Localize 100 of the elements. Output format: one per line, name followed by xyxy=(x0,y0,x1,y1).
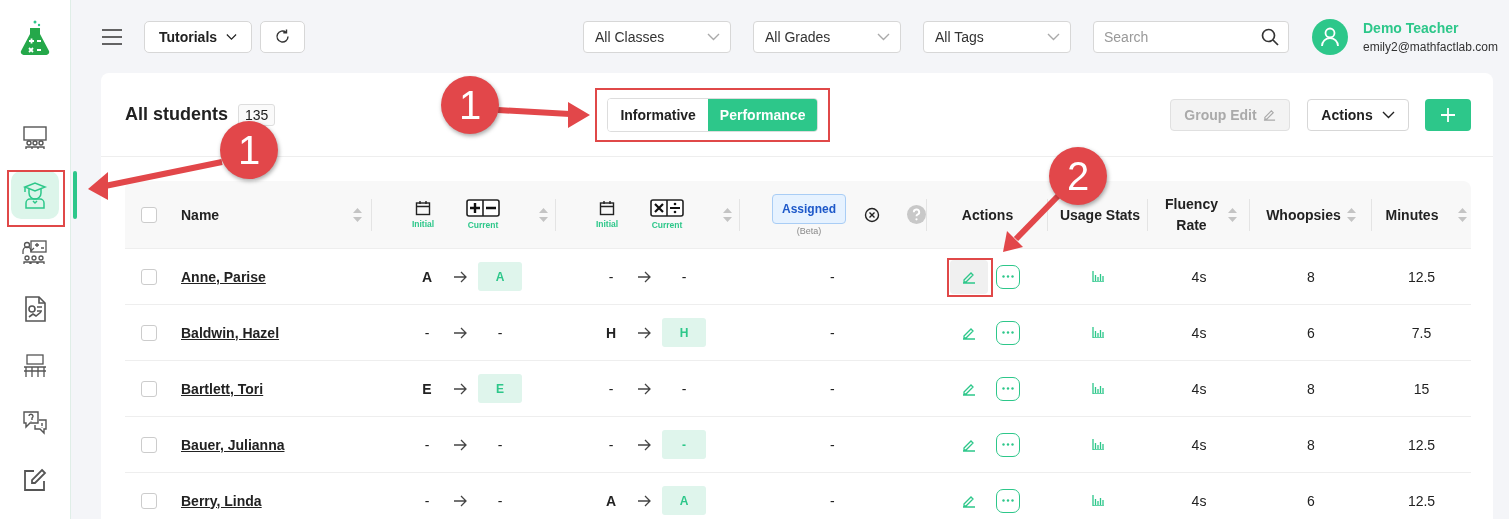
student-name-link[interactable]: Baldwin, Hazel xyxy=(181,324,280,341)
table-cell-text: E xyxy=(421,380,433,397)
table-cell: 4s xyxy=(1191,436,1207,453)
plus-minus-icon xyxy=(466,199,500,217)
actions-dropdown[interactable]: Actions xyxy=(1307,98,1409,131)
level-text: - xyxy=(680,379,688,399)
more-button[interactable] xyxy=(996,264,1020,289)
more-icon xyxy=(1002,331,1014,334)
level-badge: E xyxy=(478,374,522,403)
bar-chart-icon[interactable] xyxy=(1092,439,1104,450)
user-name: Demo Teacher xyxy=(1363,19,1460,36)
help-icon[interactable] xyxy=(907,205,926,224)
student-name-link[interactable]: Anne, Parise xyxy=(181,268,266,285)
table-cell-text: A xyxy=(420,268,434,285)
more-icon xyxy=(1002,499,1014,502)
student-name-link[interactable]: Bartlett, Tori xyxy=(181,380,264,397)
table-cell: 4s xyxy=(1191,324,1207,341)
level-text: - xyxy=(496,323,504,343)
bar-chart-icon[interactable] xyxy=(1092,327,1104,338)
table-cell: - xyxy=(830,492,835,509)
student-name-link[interactable]: Berry, Linda xyxy=(181,492,262,509)
right-arrow-icon xyxy=(453,326,467,339)
checkbox[interactable] xyxy=(141,492,157,509)
user-email: emily2@mathfactlab.com xyxy=(1363,39,1498,54)
level-text: - xyxy=(496,435,504,455)
teacher-board-icon xyxy=(22,239,48,265)
refresh-button[interactable] xyxy=(260,20,305,53)
bar-chart-icon[interactable] xyxy=(1092,495,1104,506)
table-cell: 6 xyxy=(1307,492,1315,509)
bar-chart-icon[interactable] xyxy=(1092,271,1104,282)
graduate-icon xyxy=(22,181,48,209)
chevron-down-icon xyxy=(877,32,890,41)
avatar[interactable] xyxy=(1312,18,1348,55)
column-subtitle: Current xyxy=(651,220,683,230)
table-cell-text: A xyxy=(604,492,618,509)
sort-icon[interactable] xyxy=(1458,207,1468,222)
tutorials-dropdown[interactable]: Tutorials xyxy=(144,20,252,53)
right-arrow-icon xyxy=(453,382,467,395)
checkbox[interactable] xyxy=(141,324,157,341)
chat-question-icon xyxy=(22,410,48,436)
checkbox[interactable] xyxy=(141,436,157,453)
checkbox[interactable] xyxy=(141,380,157,397)
column-header: Actions xyxy=(961,206,1014,223)
sort-icon[interactable] xyxy=(353,207,362,222)
level-badge: H xyxy=(662,318,706,347)
sort-icon[interactable] xyxy=(1346,207,1356,222)
right-arrow-icon xyxy=(453,494,467,507)
more-button[interactable] xyxy=(996,432,1020,457)
table-cell: 6 xyxy=(1307,324,1315,341)
more-button[interactable] xyxy=(996,488,1020,513)
column-subtitle: Initial xyxy=(411,219,435,229)
filter-dropdown[interactable]: All Tags xyxy=(923,20,1071,53)
edit-note-icon xyxy=(23,468,47,492)
filter-dropdown[interactable]: All Grades xyxy=(753,20,901,53)
table-cell-text: - xyxy=(423,436,431,453)
clear-icon[interactable] xyxy=(864,206,880,223)
filter-dropdown[interactable]: All Classes xyxy=(583,20,731,53)
more-button[interactable] xyxy=(996,320,1020,345)
more-icon xyxy=(1002,443,1014,446)
student-name-link[interactable]: Bauer, Julianna xyxy=(181,436,285,453)
right-arrow-icon xyxy=(637,382,651,395)
more-button[interactable] xyxy=(996,376,1020,401)
add-button[interactable] xyxy=(1425,98,1471,131)
table-cell: 12.5 xyxy=(1407,492,1436,509)
flask-logo-icon xyxy=(20,19,50,55)
table-cell: - xyxy=(830,324,835,341)
table-cell: 4s xyxy=(1191,380,1207,397)
sort-icon[interactable] xyxy=(1227,207,1237,222)
column-header: Name xyxy=(181,206,220,223)
table-cell-text: H xyxy=(604,324,618,341)
table-cell: 12.5 xyxy=(1407,436,1436,453)
column-subtitle: Current xyxy=(467,220,499,230)
edit-button[interactable] xyxy=(950,259,988,294)
right-arrow-icon xyxy=(637,438,651,451)
bar-chart-icon[interactable] xyxy=(1092,383,1104,394)
sort-icon[interactable] xyxy=(722,207,732,222)
table-cell-text: - xyxy=(423,492,431,509)
sort-icon[interactable] xyxy=(538,207,548,222)
classroom-icon xyxy=(22,125,48,151)
table-cell: - xyxy=(830,380,835,397)
level-badge: A xyxy=(478,262,522,291)
table-cell: 4s xyxy=(1191,492,1207,509)
level-text: - xyxy=(680,267,688,287)
menu-icon[interactable] xyxy=(102,28,122,45)
checkbox[interactable] xyxy=(141,268,157,285)
search-field[interactable]: Search xyxy=(1093,20,1289,53)
assigned-filter-tag[interactable]: Assigned xyxy=(772,193,846,224)
chevron-down-icon xyxy=(226,32,237,41)
refresh-icon xyxy=(275,29,290,44)
level-badge: - xyxy=(662,430,706,459)
plus-icon xyxy=(1441,107,1455,122)
checkbox[interactable] xyxy=(141,206,157,223)
right-arrow-icon xyxy=(637,326,651,339)
table-cell-text: - xyxy=(607,268,615,285)
chevron-down-icon xyxy=(1381,110,1395,119)
table-cell: - xyxy=(830,268,835,285)
highlight-frame xyxy=(7,170,65,227)
user-icon xyxy=(1321,26,1339,47)
more-icon xyxy=(1002,387,1014,390)
column-header: Minutes xyxy=(1385,206,1439,223)
